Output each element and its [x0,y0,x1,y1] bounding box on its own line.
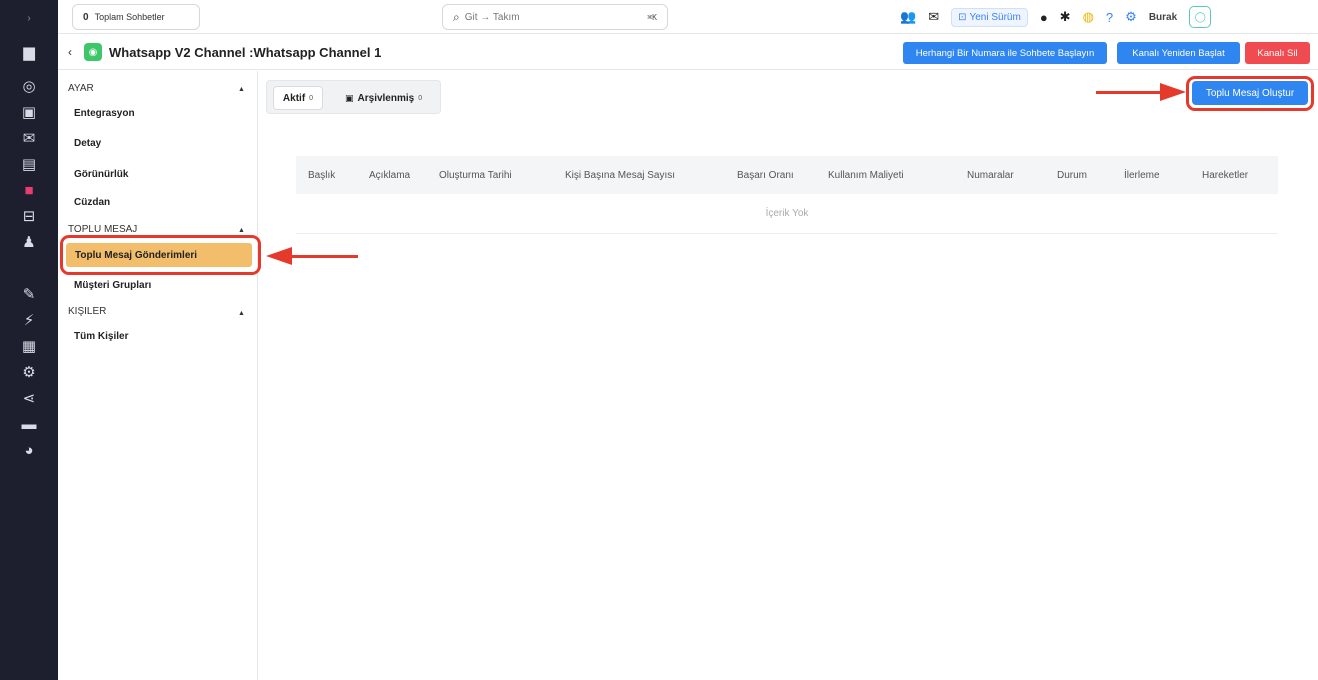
create-bulk-message-button[interactable]: Toplu Mesaj Oluştur [1192,81,1308,105]
delete-channel-button[interactable]: Kanalı Sil [1245,42,1310,64]
column-header[interactable]: Oluşturma Tarihi [439,170,512,181]
annotation-arrow-left [290,255,358,258]
settings-icon[interactable]: ⚙ [0,360,58,384]
download-icon: ⊡ [958,11,967,23]
sidebar-item-integration[interactable]: Entegrasyon [74,108,135,119]
section-title-bulk-message: TOPLU MESAJ [68,224,138,235]
section-title-settings: AYAR [68,83,94,94]
restart-channel-button[interactable]: Kanalı Yeniden Başlat [1117,42,1240,64]
pie-chart-icon[interactable]: ◕ [0,438,58,462]
sidebar-item-all-contacts[interactable]: Tüm Kişiler [74,331,128,342]
bolt-icon[interactable]: ⚡ [0,308,58,332]
column-header[interactable]: İlerleme [1124,170,1160,181]
caret-up-icon[interactable]: ▲ [238,310,245,317]
users-icon[interactable]: ♟ [0,230,58,254]
expand-icon[interactable]: › [0,6,58,30]
alert-icon[interactable]: ● [1040,10,1048,25]
caret-up-icon[interactable]: ▲ [238,86,245,93]
highlight-box-sidebar [60,235,261,275]
search-icon: ⌕ [453,9,460,24]
contacts-icon[interactable]: ▣ [0,100,58,124]
section-title-contacts: KIŞILER [68,306,107,317]
team-avatars-icon[interactable]: 👥 [900,9,916,25]
help-icon[interactable]: ? [1106,10,1113,25]
app-window: › ▆ ◎ ▣ ✉ ▤ ■ ⊟ ♟ ✎ ⚡ ▦ ⚙ ⋖ ▬ ◕ 0 Toplam… [0,0,1318,680]
arrow-head-left-icon [266,247,292,265]
mail-icon[interactable]: ✉ [928,9,939,25]
page-title: Whatsapp V2 Channel :Whatsapp Channel 1 [109,45,382,60]
whatsapp-icon: ◉ [84,43,102,61]
bulk-message-icon[interactable]: ■ [0,178,58,202]
briefcase-icon[interactable]: ▤ [0,152,58,176]
grid-icon[interactable]: ▦ [0,334,58,358]
tab-active-count: 0 [309,94,314,102]
arrow-head-right-icon [1160,83,1186,101]
column-header[interactable]: Durum [1057,170,1087,181]
sidebar-item-detail[interactable]: Detay [74,138,101,149]
new-version-button[interactable]: ⊡ Yeni Sürüm [951,7,1028,27]
left-rail: › ▆ ◎ ▣ ✉ ▤ ■ ⊟ ♟ ✎ ⚡ ▦ ⚙ ⋖ ▬ ◕ [0,0,58,680]
monitor-icon[interactable]: ▬ [0,412,58,436]
empty-state: İçerik Yok [296,194,1278,234]
total-chats-badge[interactable]: 0 Toplam Sohbetler [72,4,200,30]
sidebar-item-wallet[interactable]: Cüzdan [74,197,110,208]
archive-icon: ▣ [345,92,354,103]
tab-archived-count: 0 [418,94,423,102]
bug-icon[interactable]: ✱ [1060,9,1071,25]
chat-icon[interactable]: ▆ [0,40,58,64]
sidebar-item-visibility[interactable]: Görünürlük [74,169,128,180]
column-header[interactable]: Başlık [308,170,335,181]
tab-active-label: Aktif [282,92,306,104]
new-version-label: Yeni Sürüm [969,11,1021,23]
search-shortcut: ⌘K [647,12,657,22]
settings-sidebar: AYAR ▲ Entegrasyon Detay Görünürlük Cüzd… [58,71,258,680]
avatar[interactable]: ◯ [1189,6,1212,28]
column-header[interactable]: Kullanım Maliyeti [828,170,904,181]
support-icon[interactable]: ◎ [0,74,58,98]
annotation-arrow-right [1096,91,1164,94]
status-tabs: Aktif 0 ▣ Arşivlenmiş 0 [266,80,441,114]
search-input[interactable]: ⌕ Git → Takım ⌘K [442,4,668,30]
channel-header: ‹ ◉ Whatsapp V2 Channel :Whatsapp Channe… [58,36,1318,70]
sidebar-item-customer-groups[interactable]: Müşteri Grupları [74,280,151,291]
share-icon[interactable]: ⋖ [0,386,58,410]
total-chats-label: Toplam Sohbetler [94,12,165,22]
column-header[interactable]: Hareketler [1202,170,1248,181]
mail-icon[interactable]: ✉ [0,126,58,150]
top-bar: 0 Toplam Sohbetler ⌕ Git → Takım ⌘K 👥 ✉ … [58,0,1318,34]
search-placeholder: Git → Takım [464,11,520,23]
inbox-icon[interactable]: ⊟ [0,204,58,228]
pen-icon[interactable]: ✎ [0,282,58,306]
bulk-messages-table: Başlık Açıklama Oluşturma Tarihi Kişi Ba… [296,156,1278,234]
column-header[interactable]: Başarı Oranı [737,170,794,181]
back-chevron-icon[interactable]: ‹ [68,45,72,59]
column-header[interactable]: Numaralar [967,170,1014,181]
gear-icon[interactable]: ⚙ [1125,9,1137,25]
column-header[interactable]: Kişi Başına Mesaj Sayısı [565,170,675,181]
tab-archived[interactable]: ▣ Arşivlenmiş 0 [345,86,422,110]
user-name[interactable]: Burak [1149,12,1177,23]
tab-active[interactable]: Aktif 0 [273,86,323,110]
table-header: Başlık Açıklama Oluşturma Tarihi Kişi Ba… [296,156,1278,194]
tab-archived-label: Arşivlenmiş [357,92,415,104]
start-chat-button[interactable]: Herhangi Bir Numara ile Sohbete Başlayın [903,42,1107,64]
total-chats-count: 0 [83,11,89,23]
top-right-actions: 👥 ✉ ⊡ Yeni Sürüm ● ✱ ◍ ? ⚙ Burak ◯ [900,4,1212,30]
caret-up-icon[interactable]: ▲ [238,227,245,234]
chat-bubble-icon[interactable]: ◍ [1083,9,1094,25]
column-header[interactable]: Açıklama [369,170,410,181]
